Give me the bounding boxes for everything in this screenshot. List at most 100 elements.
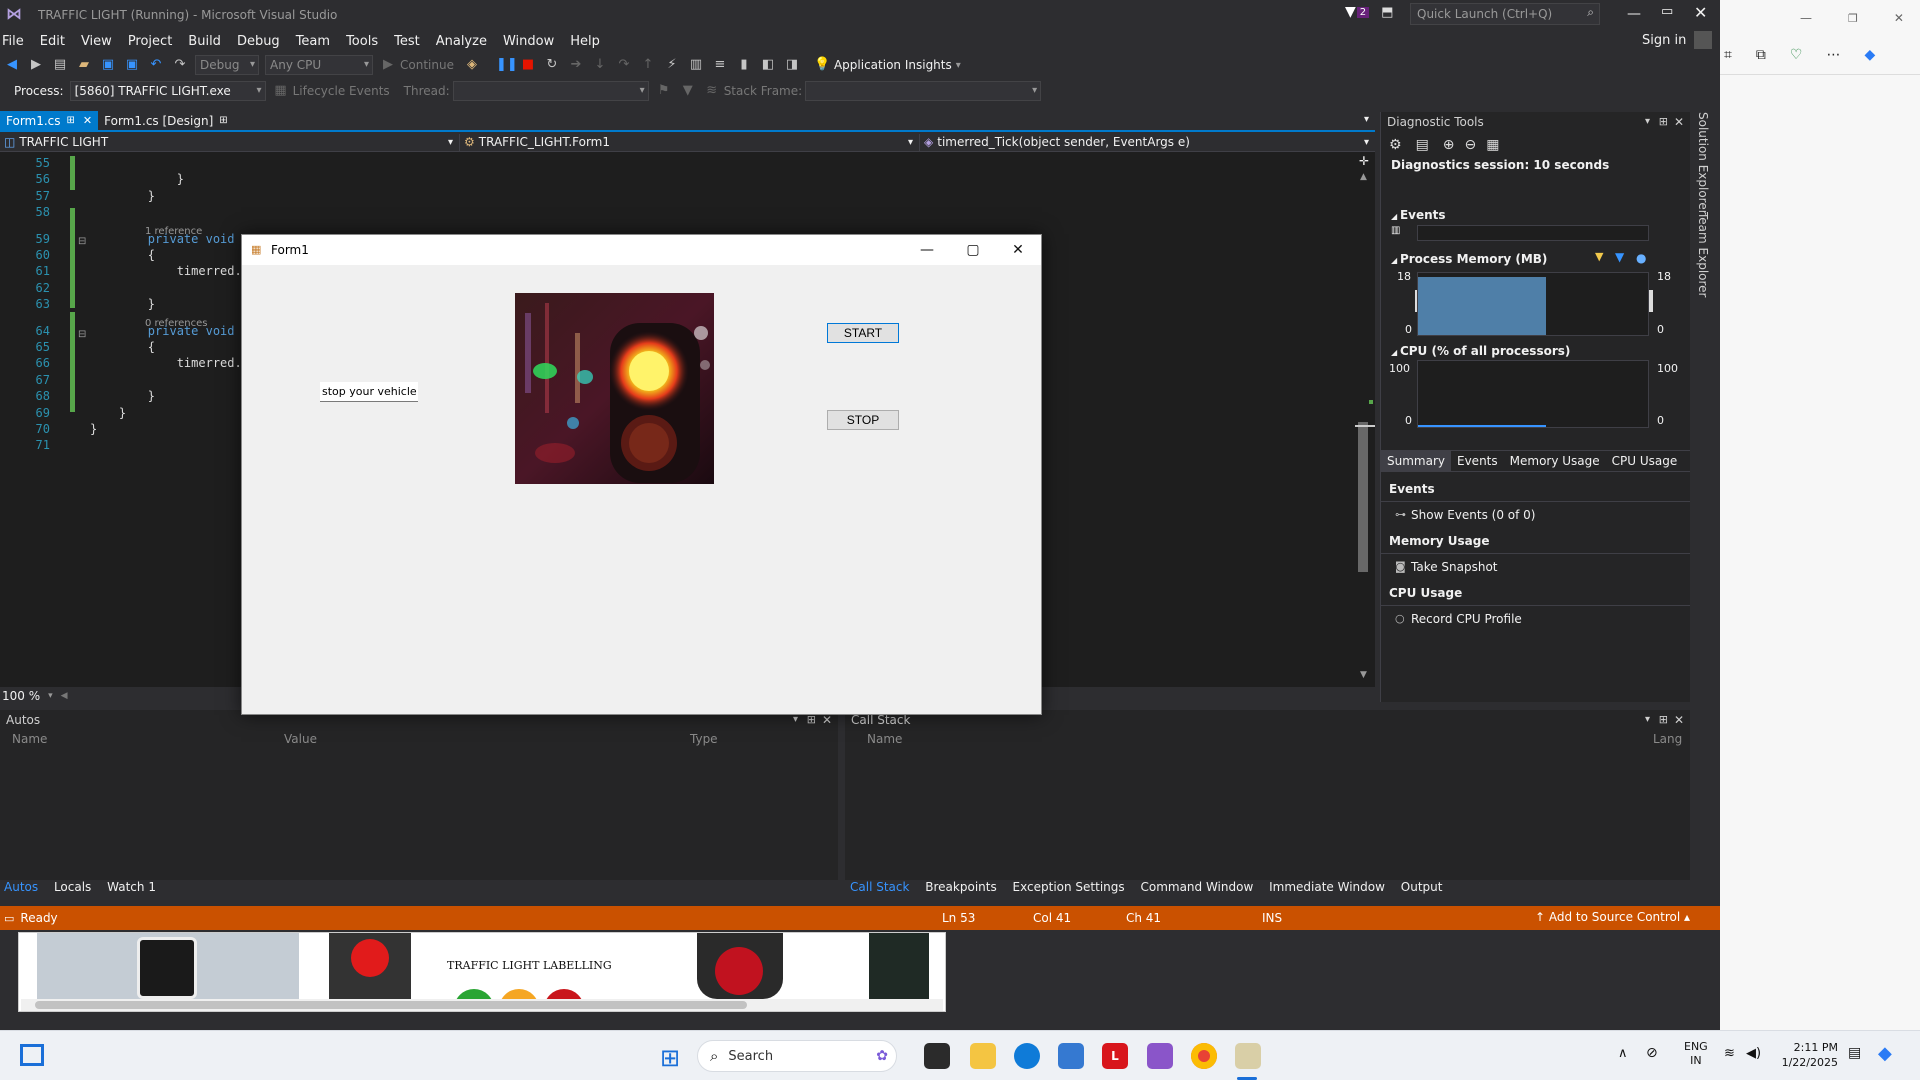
scroll-thumb[interactable]: [35, 1001, 747, 1009]
clock[interactable]: 2:11 PM 1/22/2025: [1776, 1040, 1838, 1070]
class-dropdown[interactable]: ⚙ TRAFFIC_LIGHT.Form1 ▾: [460, 133, 920, 152]
menu-team[interactable]: Team: [288, 34, 338, 49]
reset-zoom-icon[interactable]: ▦: [1486, 137, 1499, 153]
code-line[interactable]: }: [90, 172, 184, 186]
back-icon[interactable]: ◀: [4, 57, 20, 73]
tab-form1-design[interactable]: Form1.cs [Design] ⊞: [98, 111, 234, 131]
account-icon[interactable]: [1694, 31, 1712, 49]
menu-test[interactable]: Test: [386, 34, 428, 49]
thread-filter-icon[interactable]: ▼: [680, 83, 696, 99]
collapse-toggle-icon[interactable]: ⊟: [78, 236, 86, 247]
chrome-icon[interactable]: [1191, 1043, 1217, 1069]
pin-icon[interactable]: ⊞: [1659, 710, 1668, 730]
settings-icon[interactable]: ⚙: [1389, 137, 1402, 153]
export-icon[interactable]: ▤: [1416, 137, 1429, 153]
file-explorer-icon[interactable]: [970, 1043, 996, 1069]
code-line[interactable]: {: [90, 248, 155, 262]
show-next-statement-icon[interactable]: ➔: [568, 57, 584, 73]
code-line[interactable]: timerred.E: [90, 264, 249, 278]
menu-analyze[interactable]: Analyze: [428, 34, 495, 49]
language-indicator[interactable]: ENG IN: [1684, 1040, 1708, 1068]
stop-button[interactable]: STOP: [827, 410, 899, 430]
stack-icon[interactable]: ≋: [704, 83, 720, 99]
step-out-icon[interactable]: ↑: [640, 57, 656, 73]
col-value[interactable]: Value: [284, 732, 317, 746]
scroll-left-icon[interactable]: ◀: [61, 691, 68, 701]
menu-edit[interactable]: Edit: [32, 34, 73, 49]
tab-exception-settings[interactable]: Exception Settings: [1013, 880, 1125, 894]
edge-icon[interactable]: [1014, 1043, 1040, 1069]
zoom-out-icon[interactable]: ⊖: [1465, 137, 1477, 153]
start-icon[interactable]: ⊞: [660, 1044, 680, 1072]
autos-scrollbar[interactable]: [824, 730, 836, 880]
tab-immediate-window[interactable]: Immediate Window: [1269, 880, 1385, 894]
col-type[interactable]: Type: [690, 732, 718, 746]
scroll-thumb[interactable]: [1358, 422, 1368, 572]
close-button[interactable]: ✕: [1694, 3, 1707, 22]
save-all-icon[interactable]: ▣: [124, 57, 140, 73]
restart-icon[interactable]: ↻: [544, 57, 560, 73]
notification-icon[interactable]: ▤: [1848, 1045, 1861, 1061]
take-snapshot-link[interactable]: ◙ Take Snapshot: [1381, 554, 1691, 580]
hot-reload-icon[interactable]: ⚡: [664, 57, 680, 73]
attach-icon[interactable]: ◈: [464, 57, 480, 73]
forward-icon[interactable]: ▶: [28, 57, 44, 73]
member-dropdown[interactable]: ◈ timerred_Tick(object sender, EventArgs…: [920, 134, 1375, 152]
tab-command-window[interactable]: Command Window: [1140, 880, 1253, 894]
close-icon[interactable]: ✕: [1674, 710, 1684, 730]
menu-debug[interactable]: Debug: [229, 34, 288, 49]
browser-close-button[interactable]: ✕: [1894, 11, 1904, 25]
browser-restore-button[interactable]: ❐: [1848, 12, 1858, 25]
code-line[interactable]: }: [90, 297, 155, 311]
split-screen-icon[interactable]: ⌗: [1724, 47, 1732, 63]
window-layout-icon[interactable]: ▥: [688, 57, 704, 73]
form-app-icon[interactable]: [1235, 1043, 1261, 1069]
tab-close-icon[interactable]: ✕: [83, 111, 92, 131]
thumb-traffic-light-3[interactable]: [629, 933, 851, 999]
source-control-button[interactable]: ↑ Add to Source Control ▴: [1535, 910, 1690, 924]
app-insights-button[interactable]: Application Insights: [834, 58, 952, 72]
thread-select[interactable]: [452, 81, 649, 101]
tab-locals[interactable]: Locals: [54, 880, 91, 894]
zoom-level[interactable]: 100 %: [0, 689, 40, 703]
timeline-end-handle[interactable]: [1649, 290, 1653, 312]
bookmark-icon[interactable]: ▮: [736, 57, 752, 73]
project-dropdown[interactable]: ◫ TRAFFIC LIGHT ▾: [0, 133, 460, 152]
solution-explorer-tab[interactable]: Solution Explorer: [1696, 112, 1710, 215]
filter-icon[interactable]: ▼: [1345, 4, 1356, 20]
volume-icon[interactable]: ◀): [1746, 1046, 1761, 1061]
pause-icon[interactable]: ▥: [1391, 225, 1400, 236]
feedback-icon[interactable]: ⬒: [1381, 5, 1393, 20]
thumb-traffic-light-4[interactable]: [869, 933, 929, 999]
code-line[interactable]: }: [90, 422, 97, 436]
tab-watch1[interactable]: Watch 1: [107, 880, 156, 894]
form-maximize-button[interactable]: ▢: [950, 235, 996, 265]
app-l-icon[interactable]: L: [1102, 1043, 1128, 1069]
thumb-traffic-light-1[interactable]: [37, 933, 299, 999]
redo-icon[interactable]: ↷: [172, 57, 188, 73]
chevron-down-icon[interactable]: ▾: [1645, 112, 1650, 132]
chevron-down-icon[interactable]: ▾: [1645, 710, 1650, 730]
menu-project[interactable]: Project: [120, 34, 180, 49]
continue-button[interactable]: Continue: [400, 58, 454, 72]
menu-file[interactable]: File: [0, 34, 32, 49]
events-track[interactable]: [1417, 225, 1649, 241]
visual-studio-icon[interactable]: [1147, 1043, 1173, 1069]
continue-icon[interactable]: ▶: [380, 57, 396, 73]
task-view-icon[interactable]: [924, 1043, 950, 1069]
copilot-icon[interactable]: ◆: [1864, 47, 1875, 63]
editor-scrollbar[interactable]: ✛ ▲ ▼: [1355, 152, 1375, 687]
status-textbox[interactable]: stop your vehicle: [320, 382, 418, 402]
widgets-icon[interactable]: [20, 1044, 44, 1066]
start-button[interactable]: START: [827, 323, 899, 343]
maximize-button[interactable]: ▭: [1661, 4, 1673, 19]
network-off-icon[interactable]: ⊘: [1646, 1045, 1658, 1061]
tab-summary[interactable]: Summary: [1381, 451, 1451, 471]
config-select[interactable]: Debug: [195, 55, 259, 75]
lifecycle-events-dropdown[interactable]: Lifecycle Events: [293, 84, 390, 98]
strip-scrollbar[interactable]: [21, 999, 943, 1011]
new-project-icon[interactable]: ▤: [52, 57, 68, 73]
copilot-icon[interactable]: ◆: [1878, 1043, 1892, 1064]
menu-view[interactable]: View: [73, 34, 120, 49]
pin-icon[interactable]: ⊞: [1659, 112, 1668, 132]
